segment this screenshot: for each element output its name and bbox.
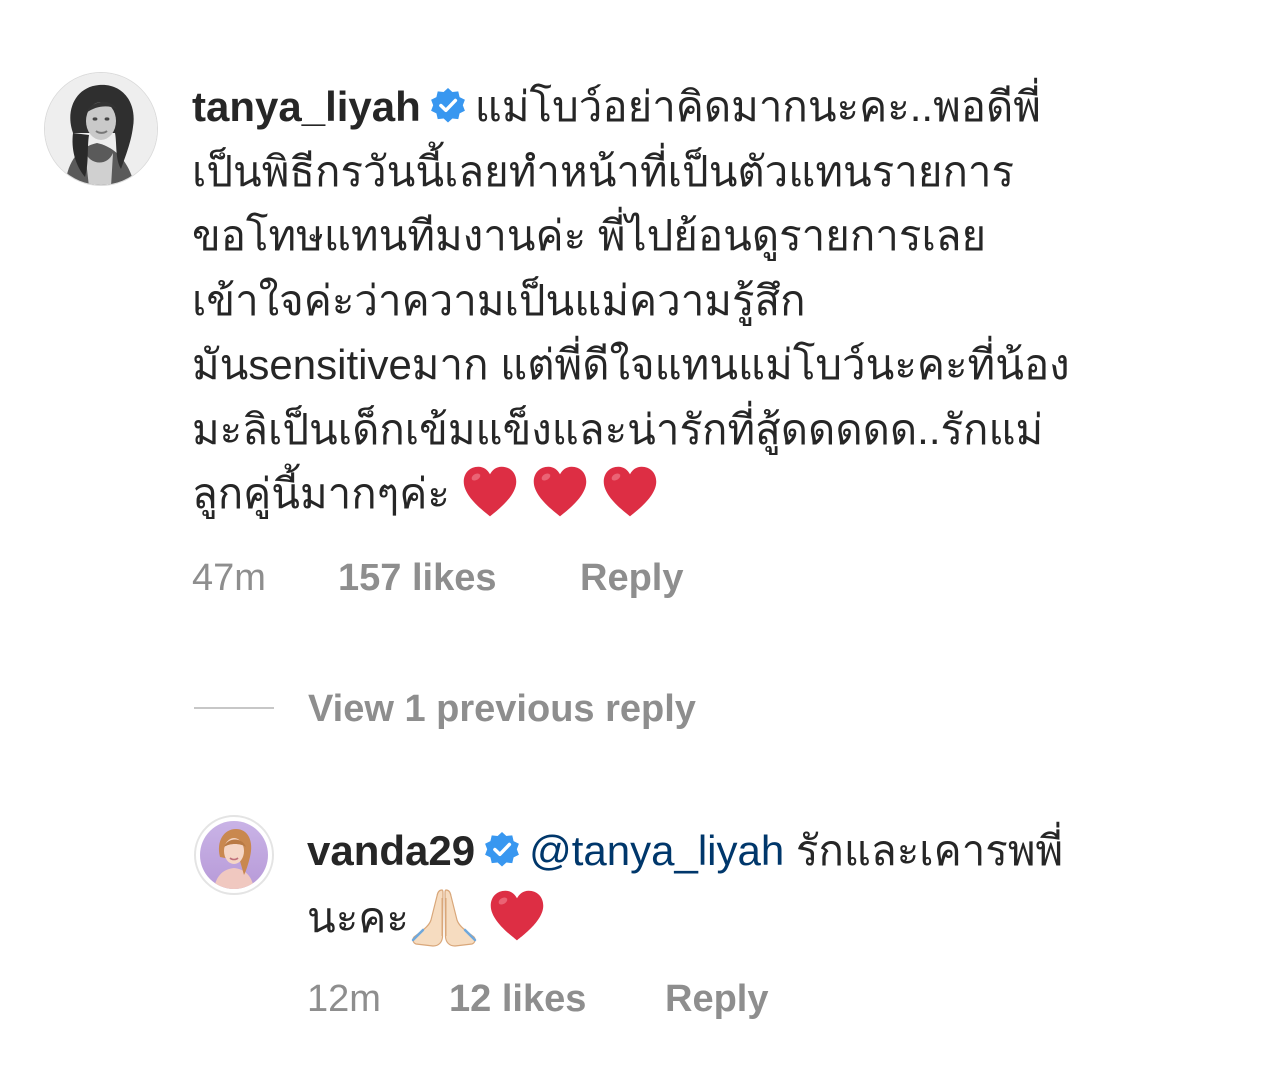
reply-button[interactable]: Reply	[665, 978, 768, 1021]
comment-line: เป็นพิธีกรวันนี้เลยทำหน้าที่เป็นตัวแทนรา…	[192, 147, 1015, 195]
comment-line: มะลิเป็นเด็กเข้มแข็งและน่ารักที่สู้ดดดดด…	[192, 405, 1044, 453]
verified-badge-icon	[483, 831, 521, 869]
red-heart-icon	[530, 462, 590, 522]
comment-text: แม่โบว์อย่าคิดมากนะคะ..พอดีพี่	[474, 83, 1041, 130]
avatar-vanda29[interactable]	[194, 815, 274, 895]
comment-time[interactable]: 12m	[307, 978, 381, 1021]
comment-line: ลูกคู่นี้มากๆค่ะ	[192, 462, 1272, 527]
likes-count[interactable]: 157 likes	[338, 557, 496, 600]
comment-body-2: vanda29 @tanya_liyah รักและเคารพพี่ นะคะ	[307, 819, 1237, 948]
comment-text: รักและเคารพพี่	[784, 827, 1064, 874]
red-heart-icon	[487, 886, 547, 946]
replies-divider	[194, 707, 274, 709]
red-heart-icon	[600, 462, 660, 522]
comment-line: นะคะ	[307, 884, 1237, 949]
username[interactable]: vanda29	[307, 827, 475, 874]
red-heart-icon	[460, 462, 520, 522]
comment-line: เข้าใจค่ะว่าความเป็นแม่ความรู้สึก	[192, 276, 806, 324]
verified-badge-icon	[429, 87, 467, 125]
comment-line: tanya_liyah แม่โบว์อย่าคิดมากนะคะ..พอดีพี…	[192, 75, 1272, 140]
avatar-tanya-liyah[interactable]	[44, 72, 158, 186]
likes-count[interactable]: 12 likes	[449, 978, 586, 1021]
reply-button[interactable]: Reply	[580, 557, 683, 600]
view-replies-label[interactable]: View 1 previous reply	[308, 688, 696, 731]
comment-text: นะคะ	[307, 893, 409, 941]
comment-line: ขอโทษแทนทีมงานค่ะ พี่ไปย้อนดูรายการเลย	[192, 212, 987, 259]
comment-line: vanda29 @tanya_liyah รักและเคารพพี่	[307, 819, 1237, 884]
comment-line: มันsensitiveมาก แต่พี่ดีใจแทนแม่โบว์นะคะ…	[192, 341, 1070, 388]
comment-time[interactable]: 47m	[192, 557, 266, 600]
comment-body-1: tanya_liyah แม่โบว์อย่าคิดมากนะคะ..พอดีพี…	[192, 75, 1272, 527]
folded-hands-icon	[411, 884, 477, 948]
username[interactable]: tanya_liyah	[192, 83, 421, 130]
comment-text: ลูกคู่นี้มากๆค่ะ	[192, 470, 450, 517]
mention-link[interactable]: @tanya_liyah	[529, 827, 784, 874]
